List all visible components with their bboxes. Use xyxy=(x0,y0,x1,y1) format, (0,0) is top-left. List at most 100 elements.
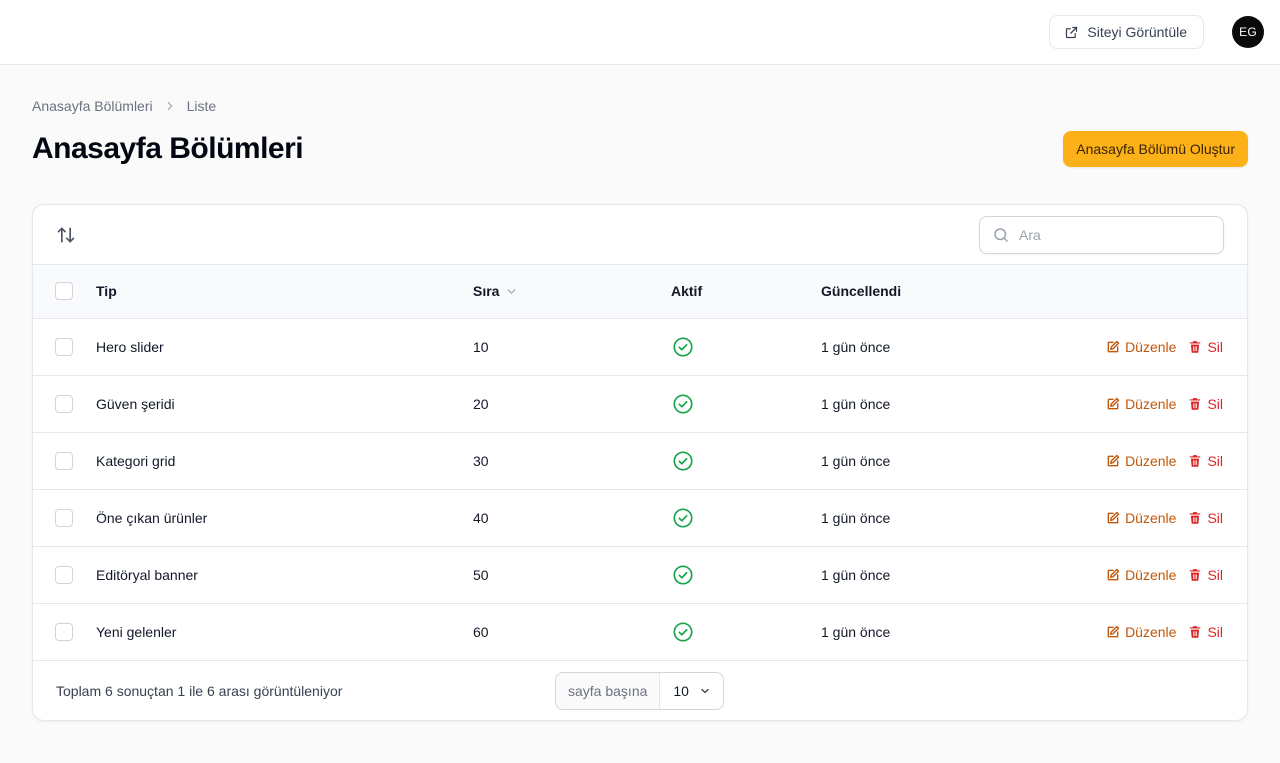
search-field[interactable] xyxy=(979,215,1224,254)
cell-guncellendi: 1 gün önce xyxy=(821,395,891,412)
edit-label: Düzenle xyxy=(1125,509,1177,526)
cell-tip: Öne çıkan ürünler xyxy=(96,509,208,526)
search-input[interactable] xyxy=(1019,226,1199,243)
sections-table-card: Tip Sıra Aktif Güncellendi Hero slider xyxy=(32,204,1248,721)
sections-table: Tip Sıra Aktif Güncellendi Hero slider 1… xyxy=(33,265,1247,661)
page-title: Anasayfa Bölümleri xyxy=(32,132,304,165)
check-circle-icon xyxy=(673,621,693,642)
cell-tip: Hero slider xyxy=(96,338,164,355)
chevron-down-icon xyxy=(701,688,709,693)
column-header-sira[interactable]: Sıra xyxy=(473,283,518,299)
edit-icon xyxy=(1107,625,1120,637)
trash-icon xyxy=(1190,340,1201,353)
cell-sira: 40 xyxy=(473,509,489,526)
table-row: Kategori grid 30 1 gün önce Düzenle Sil xyxy=(33,432,1247,489)
delete-label: Sil xyxy=(1207,395,1223,412)
trash-icon xyxy=(1190,568,1201,581)
row-actions: Düzenle Sil xyxy=(1071,624,1247,640)
edit-button[interactable]: Düzenle xyxy=(1106,396,1176,412)
edit-button[interactable]: Düzenle xyxy=(1106,510,1176,526)
row-checkbox[interactable] xyxy=(55,565,73,584)
per-page-select[interactable]: sayfa başına 10 xyxy=(555,671,724,710)
cell-guncellendi: 1 gün önce xyxy=(821,566,891,583)
cell-sira: 50 xyxy=(473,566,489,583)
delete-label: Sil xyxy=(1207,338,1223,355)
cell-tip: Yeni gelenler xyxy=(96,623,177,640)
cell-tip: Kategori grid xyxy=(96,452,176,469)
select-all-checkbox[interactable] xyxy=(55,282,73,301)
table-toolbar xyxy=(33,205,1247,265)
table-header-row: Tip Sıra Aktif Güncellendi xyxy=(33,265,1247,319)
delete-label: Sil xyxy=(1207,623,1223,640)
edit-button[interactable]: Düzenle xyxy=(1106,339,1176,355)
check-circle-icon xyxy=(673,564,693,585)
edit-icon xyxy=(1107,397,1120,409)
delete-label: Sil xyxy=(1207,566,1223,583)
cell-sira: 30 xyxy=(473,452,489,469)
view-site-button[interactable]: Siteyi Görüntüle xyxy=(1049,15,1204,49)
user-avatar[interactable]: EG xyxy=(1232,16,1264,48)
edit-button[interactable]: Düzenle xyxy=(1106,567,1176,583)
breadcrumb: Anasayfa Bölümleri Liste xyxy=(32,98,1248,114)
delete-label: Sil xyxy=(1207,452,1223,469)
table-row: Öne çıkan ürünler 40 1 gün önce Düzenle … xyxy=(33,489,1247,546)
column-header-sira-label: Sıra xyxy=(473,283,500,300)
cell-sira: 60 xyxy=(473,623,489,640)
row-actions: Düzenle Sil xyxy=(1071,453,1247,469)
edit-icon xyxy=(1107,454,1120,466)
per-page-label: sayfa başına xyxy=(556,672,661,709)
edit-button[interactable]: Düzenle xyxy=(1106,624,1176,640)
table-footer: Toplam 6 sonuçtan 1 ile 6 arası görüntül… xyxy=(33,661,1247,721)
cell-sira: 20 xyxy=(473,395,489,412)
cell-sira: 10 xyxy=(473,338,489,355)
external-link-icon xyxy=(1066,26,1078,38)
per-page-value-text: 10 xyxy=(673,682,689,699)
edit-label: Düzenle xyxy=(1125,338,1177,355)
row-actions: Düzenle Sil xyxy=(1071,510,1247,526)
edit-label: Düzenle xyxy=(1125,395,1177,412)
check-circle-icon xyxy=(673,507,693,528)
heading-row: Anasayfa Bölümleri Anasayfa Bölümü Oluşt… xyxy=(32,125,1248,173)
chevron-down-icon xyxy=(508,289,516,294)
edit-icon xyxy=(1107,340,1120,352)
pagination-summary: Toplam 6 sonuçtan 1 ile 6 arası görüntül… xyxy=(56,682,343,699)
cell-guncellendi: 1 gün önce xyxy=(821,623,891,640)
main-content: Anasayfa Bölümleri Liste Anasayfa Bölüml… xyxy=(0,98,1280,721)
row-checkbox[interactable] xyxy=(55,508,73,527)
delete-button[interactable]: Sil xyxy=(1188,510,1223,526)
delete-button[interactable]: Sil xyxy=(1188,567,1223,583)
row-checkbox[interactable] xyxy=(55,622,73,641)
delete-label: Sil xyxy=(1207,509,1223,526)
row-actions: Düzenle Sil xyxy=(1071,339,1247,355)
reorder-arrows-icon[interactable] xyxy=(56,225,76,245)
create-section-button[interactable]: Anasayfa Bölümü Oluştur xyxy=(1063,131,1248,167)
breadcrumb-item-sections[interactable]: Anasayfa Bölümleri xyxy=(32,98,153,114)
table-row: Yeni gelenler 60 1 gün önce Düzenle Sil xyxy=(33,603,1247,660)
breadcrumb-item-list: Liste xyxy=(186,98,217,114)
delete-button[interactable]: Sil xyxy=(1188,339,1223,355)
check-circle-icon xyxy=(673,393,693,414)
row-checkbox[interactable] xyxy=(55,394,73,413)
trash-icon xyxy=(1190,625,1201,638)
delete-button[interactable]: Sil xyxy=(1188,396,1223,412)
trash-icon xyxy=(1190,397,1201,410)
row-checkbox[interactable] xyxy=(55,451,73,470)
cell-guncellendi: 1 gün önce xyxy=(821,338,891,355)
top-bar: Siteyi Görüntüle EG xyxy=(0,0,1280,65)
trash-icon xyxy=(1190,454,1201,467)
trash-icon xyxy=(1190,511,1201,524)
row-actions: Düzenle Sil xyxy=(1071,567,1247,583)
check-circle-icon xyxy=(673,450,693,471)
edit-button[interactable]: Düzenle xyxy=(1106,453,1176,469)
column-header-aktif: Aktif xyxy=(671,265,821,319)
cell-tip: Güven şeridi xyxy=(96,395,175,412)
per-page-value[interactable]: 10 xyxy=(660,673,723,709)
delete-button[interactable]: Sil xyxy=(1188,624,1223,640)
edit-icon xyxy=(1107,568,1120,580)
row-checkbox[interactable] xyxy=(55,337,73,356)
chevron-right-icon xyxy=(163,99,177,113)
check-circle-icon xyxy=(673,336,693,357)
delete-button[interactable]: Sil xyxy=(1188,453,1223,469)
table-row: Hero slider 10 1 gün önce Düzenle Sil xyxy=(33,318,1247,375)
column-header-guncellendi: Güncellendi xyxy=(821,265,1071,319)
